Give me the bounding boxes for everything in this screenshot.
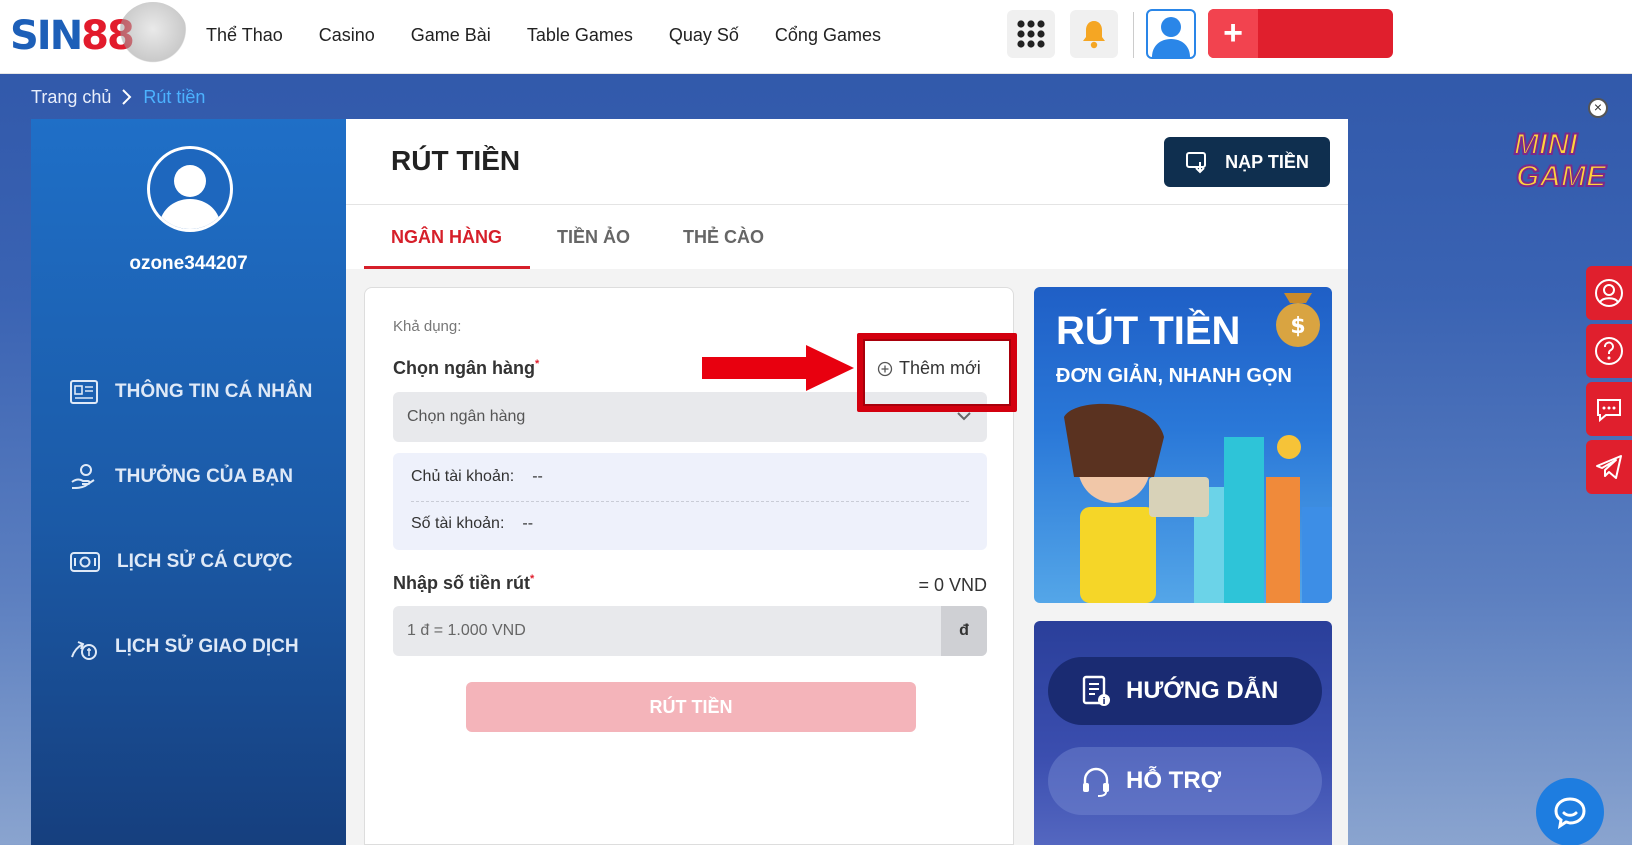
withdraw-method-tabs: NGÂN HÀNG TIỀN ẢO THẺ CÀO bbox=[346, 205, 1348, 269]
nap-tien-label: NẠP TIỀN bbox=[1225, 151, 1309, 172]
account-holder-row: Chủ tài khoản: -- bbox=[411, 468, 543, 486]
support-label: HỖ TRỢ bbox=[1126, 767, 1222, 794]
withdraw-promo-banner: RÚT TIỀN ĐƠN GIẢN, NHANH GỌN $ bbox=[1034, 287, 1332, 603]
help-banner: i HƯỚNG DẪN HỖ TRỢ bbox=[1034, 621, 1332, 845]
bank-select-placeholder: Chọn ngân hàng bbox=[407, 408, 526, 425]
plus-icon: + bbox=[1208, 9, 1258, 58]
nav-quay-so[interactable]: Quay Số bbox=[669, 25, 739, 46]
guide-label: HƯỚNG DẪN bbox=[1126, 677, 1279, 704]
user-icon bbox=[1595, 279, 1623, 307]
amount-placeholder: 1 đ = 1.000 VND bbox=[407, 622, 526, 639]
apps-grid-icon bbox=[1017, 20, 1045, 48]
amount-conversion: = 0 VND bbox=[918, 575, 987, 595]
chevron-right-icon bbox=[122, 89, 132, 105]
main-nav: Thể Thao Casino Game Bài Table Games Qua… bbox=[206, 0, 881, 70]
promo-title: RÚT TIỀN bbox=[1056, 309, 1241, 353]
menu-thong-tin-ca-nhan[interactable]: THÔNG TIN CÁ NHÂN bbox=[69, 374, 312, 410]
bet-history-icon bbox=[70, 552, 100, 572]
menu-lich-su-giao-dich[interactable]: LỊCH SỬ GIAO DỊCH bbox=[69, 629, 299, 665]
nav-cong-games[interactable]: Cổng Games bbox=[775, 25, 881, 46]
transaction-history-icon bbox=[71, 641, 97, 660]
panel-header: RÚT TIỀN NẠP TIỀN bbox=[346, 119, 1348, 205]
telegram-icon bbox=[1596, 455, 1622, 479]
promo-illustration bbox=[1064, 403, 1332, 603]
minigame-word-mini: MINI bbox=[1513, 127, 1578, 162]
active-tab-indicator bbox=[364, 266, 530, 269]
breadcrumb-current: Rút tiền bbox=[143, 86, 206, 107]
nav-table-games[interactable]: Table Games bbox=[527, 25, 633, 46]
nap-tien-button[interactable]: NẠP TIỀN bbox=[1164, 137, 1330, 187]
profile-card-icon bbox=[70, 380, 98, 404]
menu-label: LỊCH SỬ CÁ CƯỢC bbox=[117, 551, 293, 572]
minigame-widget[interactable]: × MINI GAME bbox=[1512, 98, 1620, 198]
menu-lich-su-ca-cuoc[interactable]: LỊCH SỬ CÁ CƯỢC bbox=[69, 544, 292, 580]
submit-withdraw-button[interactable]: RÚT TIỀN bbox=[466, 682, 916, 732]
account-number-value: -- bbox=[522, 515, 534, 532]
bell-icon bbox=[1083, 21, 1105, 49]
live-chat-button[interactable] bbox=[1536, 778, 1604, 845]
svg-text:i: i bbox=[1102, 697, 1105, 707]
currency-suffix: đ bbox=[941, 606, 987, 656]
menu-thuong-cua-ban[interactable]: THƯỞNG CỦA BẠN bbox=[69, 459, 293, 495]
nav-the-thao[interactable]: Thể Thao bbox=[206, 25, 283, 46]
rail-user-button[interactable] bbox=[1586, 266, 1632, 320]
profile-avatar bbox=[147, 146, 233, 232]
menu-label: THÔNG TIN CÁ NHÂN bbox=[115, 381, 313, 402]
username: ozone344207 bbox=[129, 253, 248, 274]
top-header: SIN88 Thể Thao Casino Game Bài Table Gam… bbox=[0, 0, 1632, 74]
rail-telegram-button[interactable] bbox=[1586, 440, 1632, 494]
notification-button[interactable] bbox=[1070, 10, 1118, 58]
user-silhouette-icon bbox=[159, 165, 221, 229]
guide-button[interactable]: i HƯỚNG DẪN bbox=[1048, 657, 1322, 725]
bank-select-label: Chọn ngân hàng* bbox=[393, 358, 540, 378]
page-title: RÚT TIỀN bbox=[391, 145, 521, 176]
nav-casino[interactable]: Casino bbox=[319, 25, 375, 46]
menu-label: LỊCH SỬ GIAO DỊCH bbox=[115, 636, 299, 657]
withdraw-panel: RÚT TIỀN NẠP TIỀN NGÂN HÀNG TIỀN ẢO THẺ … bbox=[346, 119, 1348, 845]
account-sidebar: ozone344207 THÔNG TIN CÁ NHÂN THƯỞNG CỦA… bbox=[31, 119, 346, 845]
rail-help-button[interactable] bbox=[1586, 324, 1632, 378]
rail-chat-button[interactable] bbox=[1586, 382, 1632, 436]
chat-bubble-icon bbox=[1554, 797, 1586, 830]
red-arrow-annotation bbox=[702, 345, 854, 391]
reward-hand-icon bbox=[71, 464, 95, 489]
dashed-divider bbox=[411, 501, 969, 502]
tab-ngan-hang[interactable]: NGÂN HÀNG bbox=[391, 227, 502, 248]
account-number-label: Số tài khoản: bbox=[411, 515, 505, 532]
account-number-row: Số tài khoản: -- bbox=[411, 515, 533, 533]
amount-label: Nhập số tiền rút* bbox=[393, 573, 535, 593]
deposit-card-icon bbox=[1186, 152, 1207, 174]
header-divider bbox=[1133, 12, 1134, 58]
minigame-word-game: GAME bbox=[1515, 159, 1607, 194]
nav-game-bai[interactable]: Game Bài bbox=[411, 25, 491, 46]
account-holder-label: Chủ tài khoản: bbox=[411, 468, 515, 485]
side-quick-rail bbox=[1586, 266, 1632, 498]
headset-icon bbox=[1083, 767, 1109, 797]
user-silhouette-icon bbox=[1152, 17, 1190, 57]
user-avatar-button[interactable] bbox=[1146, 9, 1196, 59]
support-button[interactable]: HỖ TRỢ bbox=[1048, 747, 1322, 815]
guide-book-icon: i bbox=[1082, 675, 1110, 707]
menu-label: THƯỞNG CỦA BẠN bbox=[115, 466, 293, 487]
chat-icon bbox=[1597, 399, 1621, 423]
lion-emblem-icon bbox=[118, 2, 188, 70]
account-info-box: Chủ tài khoản: -- Số tài khoản: -- bbox=[393, 453, 987, 550]
breadcrumb-home[interactable]: Trang chủ bbox=[31, 87, 111, 108]
apps-grid-button[interactable] bbox=[1007, 10, 1055, 58]
amount-input[interactable]: 1 đ = 1.000 VND đ bbox=[393, 606, 987, 656]
close-icon[interactable]: × bbox=[1588, 98, 1608, 118]
svg-text:$: $ bbox=[1290, 314, 1305, 339]
quick-deposit-button[interactable]: + bbox=[1208, 9, 1393, 58]
highlight-box-annotation bbox=[857, 333, 1017, 412]
money-bag-icon: $ bbox=[1276, 293, 1320, 347]
logo-text: SIN88 bbox=[10, 13, 135, 59]
promo-subtitle: ĐƠN GIẢN, NHANH GỌN bbox=[1056, 365, 1292, 387]
help-icon bbox=[1595, 337, 1623, 365]
account-holder-value: -- bbox=[532, 468, 543, 485]
tab-the-cao[interactable]: THẺ CÀO bbox=[683, 227, 764, 248]
tab-tien-ao[interactable]: TIỀN ẢO bbox=[557, 227, 630, 248]
breadcrumb: Trang chủ Rút tiền bbox=[31, 85, 205, 109]
sin88-logo[interactable]: SIN88 bbox=[10, 2, 188, 70]
available-balance-label: Khả dụng: bbox=[393, 318, 462, 335]
